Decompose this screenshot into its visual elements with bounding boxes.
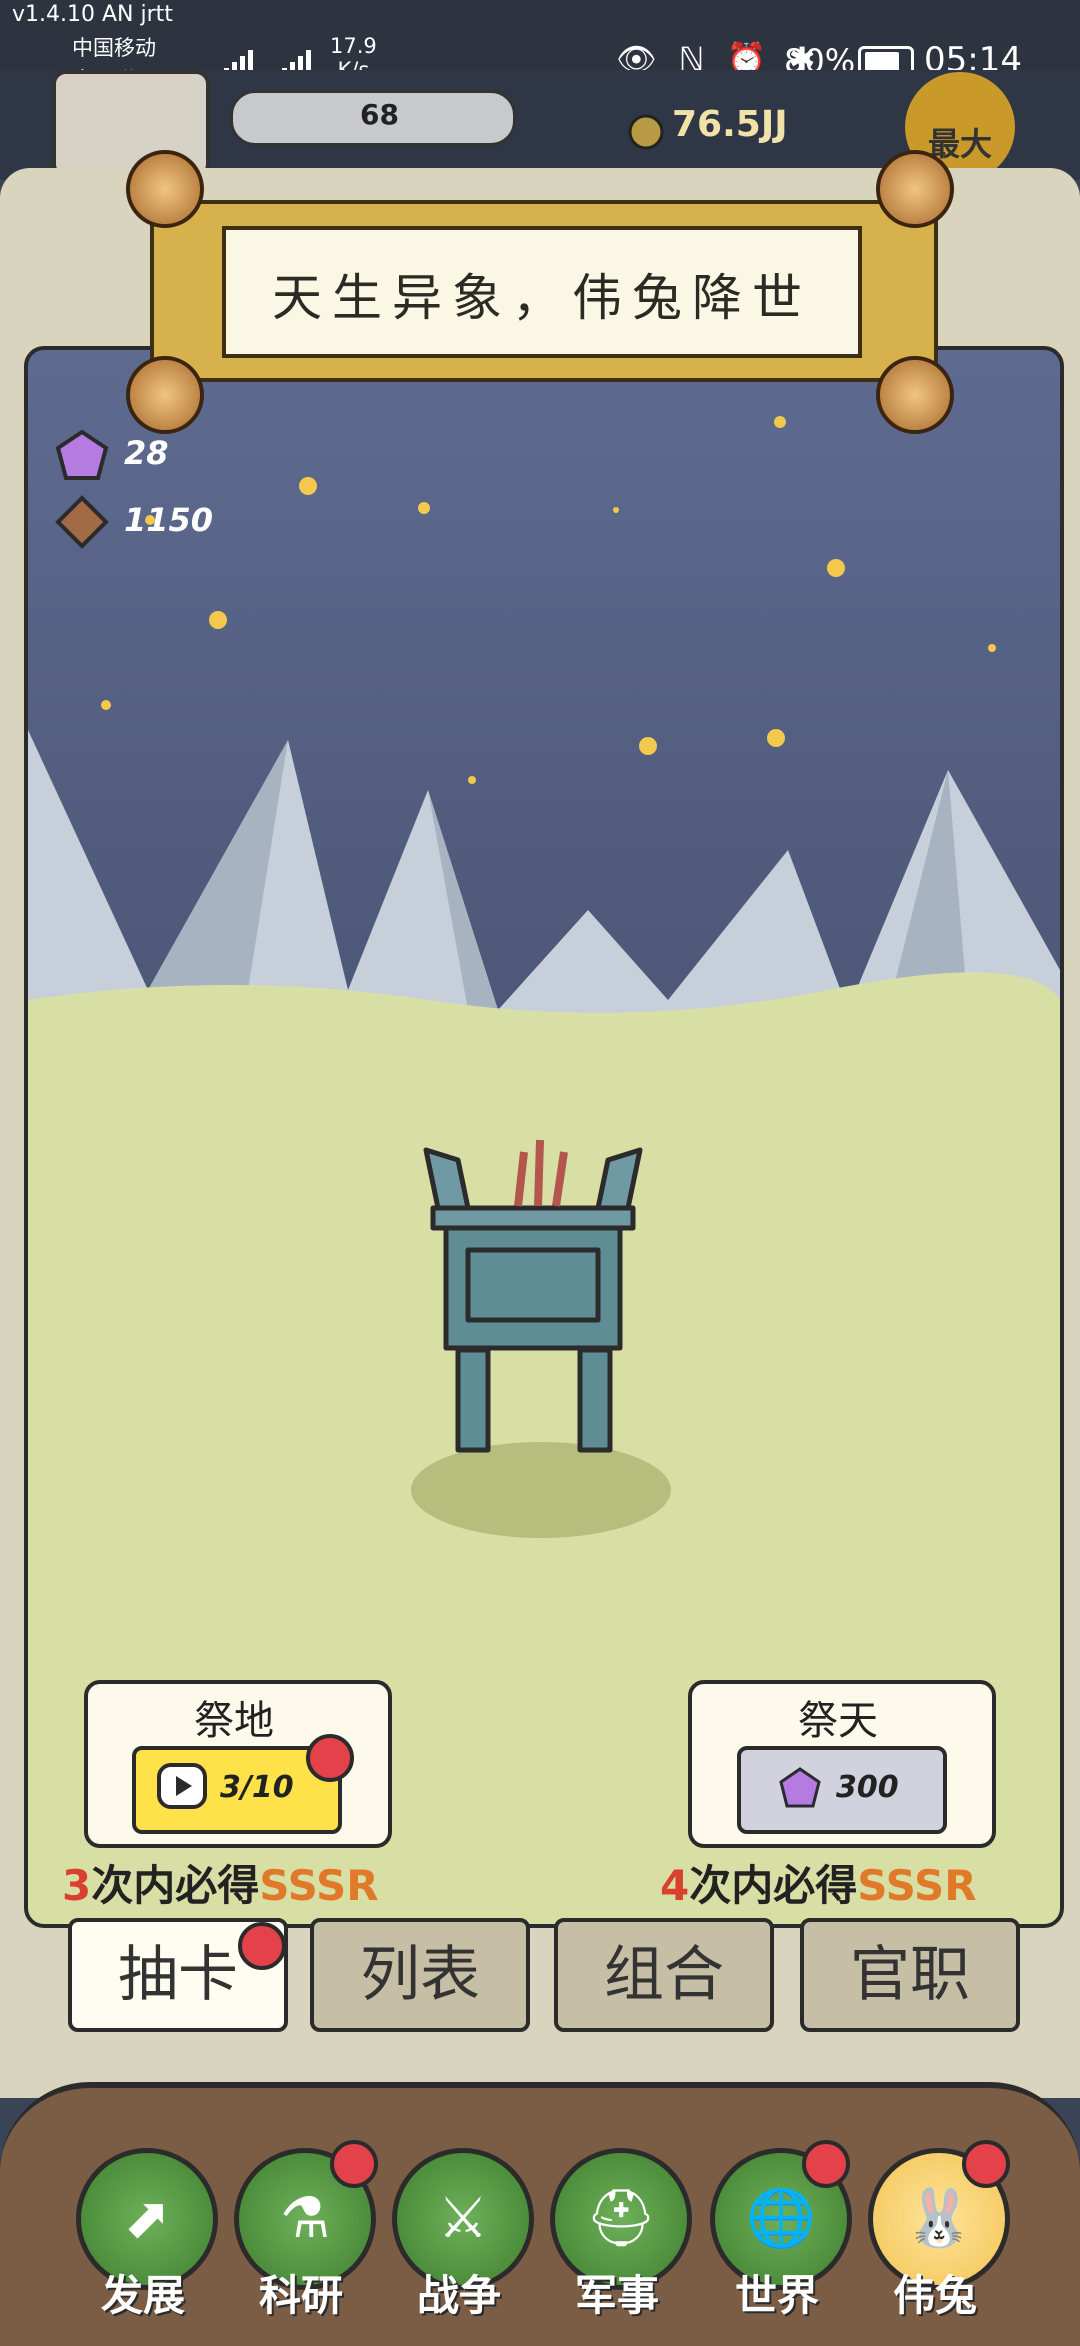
heaven-draw-cost: 300 [836, 1770, 899, 1805]
nav-rabbit-label: 伟兔 [892, 2271, 977, 2320]
battery-fill [865, 52, 899, 72]
earth-draw-count: 3/10 [220, 1770, 294, 1805]
gem-icon [55, 429, 109, 480]
notification-badge [238, 1922, 286, 1970]
ding-shadow [411, 1442, 671, 1538]
star-dots [101, 416, 996, 784]
coin-icon [628, 114, 664, 150]
earth-guarantee-text: 3次内必得SSSR [62, 1861, 379, 1910]
nav-develop-label: 发展 [100, 2271, 185, 2320]
heaven-draw-title: 祭天 [798, 1698, 878, 1744]
nav-military-label: 军事 [574, 2271, 659, 2320]
notification-badge [306, 1734, 354, 1782]
notification-badge [802, 2140, 850, 2188]
coin-amount: 76.5JJ [672, 104, 788, 145]
nav-research-label: 科研 [258, 2271, 343, 2320]
heaven-guarantee-text: 4次内必得SSSR [660, 1861, 977, 1910]
scroll-knob-icon [876, 356, 954, 434]
summon-stone-icon [55, 495, 109, 549]
banner-title: 天生异象，伟兔降世 [272, 269, 812, 327]
scroll-knob-icon [126, 356, 204, 434]
scroll-knob-icon [876, 150, 954, 228]
gem-count: 28 [124, 434, 169, 472]
stone-count: 1150 [124, 501, 214, 539]
gem-icon [779, 1767, 821, 1808]
tab-office[interactable]: 官职 [800, 1918, 1020, 2032]
tab-combo[interactable]: 组合 [554, 1918, 774, 2032]
notification-badge [330, 2140, 378, 2188]
resource-bar-value: 68 [360, 98, 399, 131]
scroll-knob-icon [126, 150, 204, 228]
nav-war-label: 战争 [416, 2271, 501, 2320]
version-label: v1.4.10 AN jrtt [12, 2, 173, 27]
tab-list[interactable]: 列表 [310, 1918, 530, 2032]
carrier-1: 中国移动 [72, 36, 156, 60]
nav-world-label: 世界 [734, 2271, 819, 2320]
video-play-icon [157, 1763, 207, 1809]
notification-badge [962, 2140, 1010, 2188]
